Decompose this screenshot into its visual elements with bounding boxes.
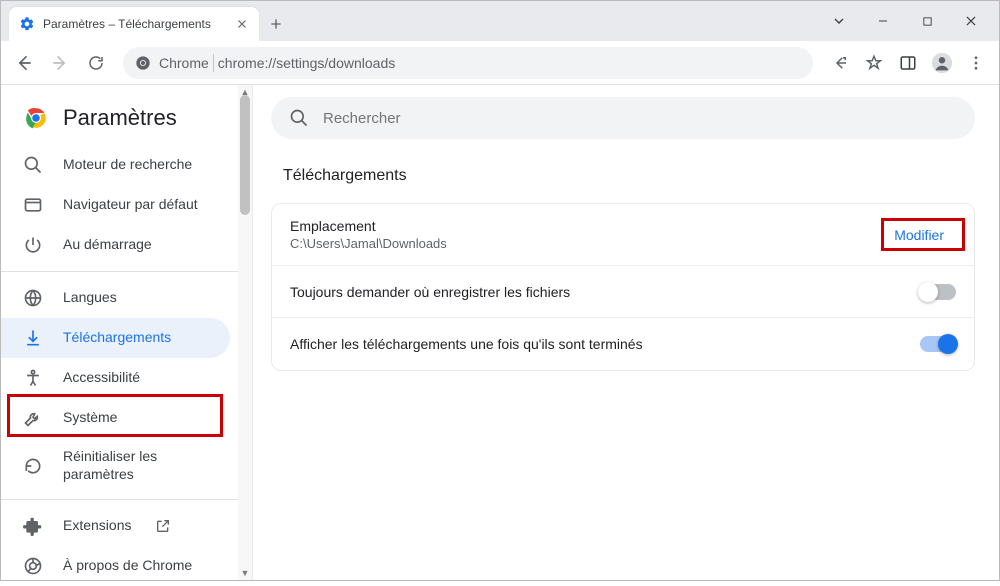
accessibility-icon: [23, 368, 43, 388]
show-downloads-toggle[interactable]: [920, 336, 956, 352]
browser-icon: [23, 195, 43, 215]
scroll-down-icon[interactable]: ▼: [238, 566, 252, 580]
browser-toolbar: Chrome chrome://settings/downloads: [1, 41, 999, 85]
sidebar-item-label: Téléchargements: [63, 329, 171, 347]
menu-kebab-icon[interactable]: [961, 48, 991, 78]
row-show-downloads: Afficher les téléchargements une fois qu…: [272, 318, 974, 370]
sidebar-item-label: Système: [63, 409, 117, 427]
scrollbar-thumb[interactable]: [240, 95, 250, 215]
sidebar-item-languages[interactable]: Langues: [1, 278, 252, 318]
sidebar-item-label: Moteur de recherche: [63, 156, 192, 174]
sidebar-item-label: Accessibilité: [63, 369, 140, 387]
sidebar-scrollbar[interactable]: ▲ ▼: [238, 85, 252, 580]
chrome-outline-icon: [23, 556, 43, 576]
window-titlebar: Paramètres – Téléchargements: [1, 1, 999, 41]
reset-icon: [23, 456, 43, 476]
power-icon: [23, 235, 43, 255]
minimize-button[interactable]: [861, 6, 905, 36]
chrome-logo-icon: [135, 55, 151, 71]
ask-where-label: Toujours demander où enregistrer les fic…: [290, 284, 920, 300]
close-window-button[interactable]: [949, 6, 993, 36]
profile-avatar-icon[interactable]: [927, 48, 957, 78]
ask-where-toggle[interactable]: [920, 284, 956, 300]
settings-sidebar: Paramètres Moteur de recherche Navigateu…: [1, 85, 253, 580]
sidebar-item-accessibility[interactable]: Accessibilité: [1, 358, 252, 398]
browser-tab[interactable]: Paramètres – Téléchargements: [9, 7, 259, 41]
forward-button[interactable]: [45, 48, 75, 78]
download-icon: [23, 328, 43, 348]
globe-icon: [23, 288, 43, 308]
sidebar-item-search-engine[interactable]: Moteur de recherche: [1, 145, 252, 185]
sidebar-item-label: Au démarrage: [63, 236, 152, 254]
section-title: Téléchargements: [283, 167, 999, 185]
sidebar-item-label: Navigateur par défaut: [63, 196, 198, 214]
settings-title: Paramètres: [63, 105, 177, 131]
puzzle-icon: [23, 516, 43, 536]
chrome-logo-icon: [23, 105, 49, 131]
gear-icon: [19, 16, 35, 32]
close-tab-icon[interactable]: [235, 17, 249, 31]
settings-main: Téléchargements Emplacement C:\Users\Jam…: [253, 85, 999, 580]
address-bar[interactable]: Chrome chrome://settings/downloads: [123, 47, 813, 79]
row-ask-where: Toujours demander où enregistrer les fic…: [272, 266, 974, 318]
sidebar-item-extensions[interactable]: Extensions: [1, 506, 252, 546]
change-location-button[interactable]: Modifier: [882, 221, 956, 249]
sidebar-item-reset[interactable]: Réinitialiser les paramètres: [1, 438, 252, 493]
settings-search[interactable]: [271, 97, 975, 139]
omnibox-app-label: Chrome: [159, 55, 209, 71]
sidebar-item-system[interactable]: Système: [1, 398, 252, 438]
location-path: C:\Users\Jamal\Downloads: [290, 236, 882, 251]
chevron-down-icon[interactable]: [817, 6, 861, 36]
sidebar-item-label: Réinitialiser les paramètres: [63, 448, 230, 483]
new-tab-button[interactable]: [259, 7, 293, 41]
downloads-card: Emplacement C:\Users\Jamal\Downloads Mod…: [271, 203, 975, 371]
location-label: Emplacement: [290, 218, 882, 234]
show-downloads-label: Afficher les téléchargements une fois qu…: [290, 336, 920, 352]
bookmark-star-icon[interactable]: [859, 48, 889, 78]
row-location: Emplacement C:\Users\Jamal\Downloads Mod…: [272, 204, 974, 266]
sidebar-item-downloads[interactable]: Téléchargements: [1, 318, 230, 358]
share-icon[interactable]: [825, 48, 855, 78]
tab-title: Paramètres – Téléchargements: [43, 17, 227, 31]
maximize-button[interactable]: [905, 6, 949, 36]
search-icon: [289, 108, 309, 128]
reload-button[interactable]: [81, 48, 111, 78]
omnibox-url: chrome://settings/downloads: [218, 55, 395, 71]
window-controls: [817, 1, 999, 41]
sidebar-item-about[interactable]: À propos de Chrome: [1, 546, 252, 586]
search-icon: [23, 155, 43, 175]
sidebar-item-default-browser[interactable]: Navigateur par défaut: [1, 185, 252, 225]
sidebar-item-label: Langues: [63, 289, 117, 307]
sidebar-item-label: À propos de Chrome: [63, 557, 192, 575]
open-external-icon: [155, 518, 171, 534]
wrench-icon: [23, 408, 43, 428]
settings-search-input[interactable]: [323, 110, 957, 127]
sidebar-item-startup[interactable]: Au démarrage: [1, 225, 252, 265]
back-button[interactable]: [9, 48, 39, 78]
sidebar-item-label: Extensions: [63, 517, 131, 535]
side-panel-icon[interactable]: [893, 48, 923, 78]
